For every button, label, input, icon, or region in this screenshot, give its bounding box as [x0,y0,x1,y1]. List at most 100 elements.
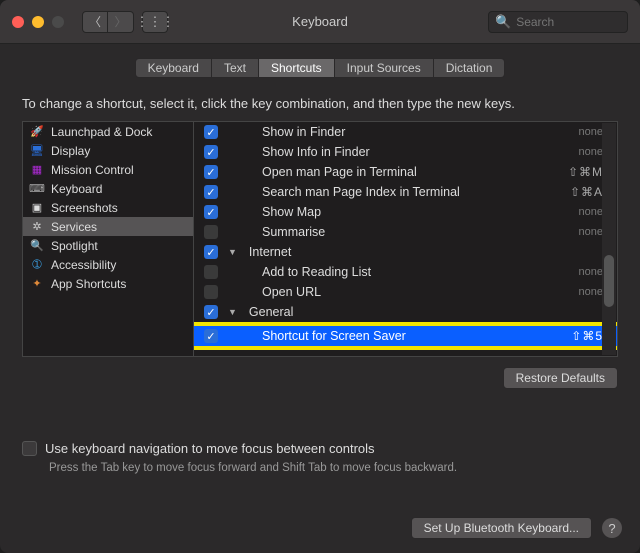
category-list[interactable]: 🚀 Launchpad & Dock 🖥 Display ▦ Mission Contro… [22,121,194,357]
disclosure-triangle-icon: ▼ [228,307,237,317]
shortcut-label: Show Map [262,205,569,219]
shortcut-key[interactable]: none [579,266,603,278]
category-spotlight[interactable]: 🔍 Spotlight [23,236,193,255]
shortcut-checkbox[interactable]: ✓ [204,125,218,139]
category-display[interactable]: 🖥 Display [23,141,193,160]
shortcut-key[interactable]: ⇧⌘A [570,185,603,199]
shortcut-key[interactable]: none [579,206,603,218]
category-app-shortcuts[interactable]: ✦App Shortcuts [23,274,193,293]
tab-shortcuts[interactable]: Shortcuts [259,58,335,78]
minimize-window-button[interactable] [32,16,44,28]
shortcut-checkbox[interactable] [204,225,218,239]
keyboard-nav-section: Use keyboard navigation to move focus be… [0,389,640,474]
shortcut-label: Add to Reading List [262,265,569,279]
keyboard-nav-checkbox[interactable] [22,441,37,456]
shortcut-row[interactable]: Summarise none [194,222,617,242]
close-window-button[interactable] [12,16,24,28]
shortcut-checkbox[interactable]: ✓ [204,185,218,199]
help-button[interactable]: ? [602,518,622,538]
launchpad-icon: 🚀 [29,125,45,139]
forward-button[interactable]: 〉 [108,11,134,33]
grid-icon: ⋮⋮⋮ [136,14,175,30]
shortcut-key[interactable]: none [579,226,603,238]
shortcut-checkbox[interactable]: ✓ [204,305,218,319]
category-screenshots[interactable]: ▣Screenshots [23,198,193,217]
shortcut-label: Search man Page Index in Terminal [262,185,560,199]
scroll-thumb[interactable] [604,255,614,307]
highlighted-shortcut: ✓Shortcut for Screen Saver⇧⌘5 [194,322,618,350]
shortcut-label: Show in Finder [262,125,569,139]
category-accessibility[interactable]: ➀ Accessibility [23,255,193,274]
show-all-button[interactable]: ⋮⋮⋮ [142,11,168,33]
shortcut-row[interactable]: ✓ Search man Page Index in Terminal ⇧⌘A [194,182,617,202]
category-label: Screenshots [51,201,118,215]
tab-input-sources[interactable]: Input Sources [335,58,434,78]
back-button[interactable]: 〈 [82,11,108,33]
shortcut-checkbox[interactable]: ✓ [204,329,218,343]
mission-control-icon: ▦ [29,163,45,177]
category-services[interactable]: ✲ Services [23,217,193,236]
category-label: Spotlight [51,239,98,253]
category-mission-control[interactable]: ▦ Mission Control [23,160,193,179]
category-label: Launchpad & Dock [51,125,152,139]
window-controls [12,16,64,28]
tab-dictation[interactable]: Dictation [434,58,506,78]
shortcut-key[interactable]: none [579,286,603,298]
shortcut-group-header[interactable]: ✓ ▼ Internet [194,242,617,262]
shortcut-row[interactable]: ✓ Show Map none [194,202,617,222]
preferences-window: 〈 〉 ⋮⋮⋮ Keyboard 🔍 KeyboardTextShortcuts… [0,0,640,553]
scrollbar[interactable] [602,123,616,355]
disclosure-triangle-icon: ▼ [228,247,237,257]
shortcut-key[interactable]: ⇧⌘M [568,165,603,179]
accessibility-icon: ➀ [29,258,45,272]
search-input[interactable] [516,15,621,29]
shortcut-row[interactable]: ✓ Open man Page in Terminal ⇧⌘M [194,162,617,182]
tab-text[interactable]: Text [212,58,259,78]
category-keyboard[interactable]: ⌨Keyboard [23,179,193,198]
services-icon: ✲ [29,220,45,234]
search-icon: 🔍 [495,14,511,30]
category-label: Accessibility [51,258,116,272]
instruction-text: To change a shortcut, select it, click t… [0,88,640,121]
shortcut-label: Open URL [262,285,569,299]
spotlight-icon: 🔍 [29,239,45,253]
shortcut-row[interactable]: Add to Reading List none [194,262,617,282]
shortcut-key[interactable]: none [579,126,603,138]
category-label: Display [51,144,90,158]
search-field[interactable]: 🔍 [488,11,628,33]
shortcut-checkbox[interactable]: ✓ [204,165,218,179]
shortcut-group-header[interactable]: ✓▼General [194,302,617,322]
tab-keyboard[interactable]: Keyboard [135,58,212,78]
category-launchpad-dock[interactable]: 🚀 Launchpad & Dock [23,122,193,141]
shortcut-label: Open man Page in Terminal [262,165,558,179]
shortcut-label: Show Info in Finder [262,145,569,159]
shortcut-checkbox[interactable]: ✓ [204,245,218,259]
nav-buttons: 〈 〉 [82,11,134,33]
zoom-window-button[interactable] [52,16,64,28]
shortcut-row[interactable]: ✓ Show in Finder none [194,122,617,142]
chevron-right-icon: 〉 [114,13,126,30]
shortcut-checkbox[interactable]: ✓ [204,145,218,159]
chevron-left-icon: 〈 [89,13,101,30]
restore-defaults-button[interactable]: Restore Defaults [503,367,618,389]
shortcut-row[interactable]: ✓Shortcut for Screen Saver⇧⌘5 [194,326,617,346]
shortcut-row[interactable]: Open URL none [194,282,617,302]
category-label: Keyboard [51,182,102,196]
shortcut-checkbox[interactable] [204,265,218,279]
shortcut-checkbox[interactable] [204,285,218,299]
shortcut-key[interactable]: ⇧⌘5 [571,329,603,343]
display-icon: 🖥 [29,144,45,158]
restore-row: Restore Defaults [0,357,640,389]
category-label: Services [51,220,97,234]
shortcut-checkbox[interactable]: ✓ [204,205,218,219]
group-label: Internet [249,245,603,259]
shortcut-label: Summarise [262,225,569,239]
shortcut-list[interactable]: ✓ Show in Finder none ✓ Show Info in Finder n… [194,121,618,357]
bluetooth-keyboard-button[interactable]: Set Up Bluetooth Keyboard... [411,517,592,539]
app-shortcuts-icon: ✦ [29,277,45,291]
category-label: Mission Control [51,163,134,177]
shortcut-key[interactable]: none [579,146,603,158]
shortcut-row[interactable]: ✓ Show Info in Finder none [194,142,617,162]
titlebar: 〈 〉 ⋮⋮⋮ Keyboard 🔍 [0,0,640,44]
footer: Set Up Bluetooth Keyboard... ? [411,517,622,539]
